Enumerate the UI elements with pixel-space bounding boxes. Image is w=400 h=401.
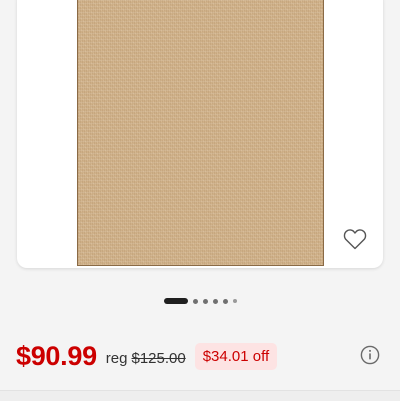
section-divider	[0, 390, 400, 401]
carousel-pagination	[0, 297, 400, 305]
price-info-button[interactable]	[360, 345, 380, 365]
sale-price: $90.99	[16, 340, 97, 371]
carousel-dot[interactable]	[202, 298, 208, 304]
regular-price: $125.00	[131, 350, 186, 367]
carousel-dot-active[interactable]	[163, 298, 188, 304]
regular-price-label: reg	[105, 350, 128, 367]
product-image-rug[interactable]	[77, 0, 324, 266]
carousel-dot[interactable]	[222, 298, 228, 304]
savings-badge: $34.01 off	[194, 343, 278, 370]
product-image-card[interactable]	[17, 0, 383, 268]
price-row: $90.99 reg $125.00 $34.01 off	[16, 336, 384, 376]
favorite-button[interactable]	[343, 228, 367, 250]
product-page: $90.99 reg $125.00 $34.01 off	[0, 0, 400, 401]
info-icon	[360, 345, 380, 365]
carousel-dot[interactable]	[212, 298, 218, 304]
carousel-dot[interactable]	[192, 298, 198, 304]
heart-icon	[343, 229, 367, 250]
carousel-dot-more[interactable]	[232, 299, 237, 303]
